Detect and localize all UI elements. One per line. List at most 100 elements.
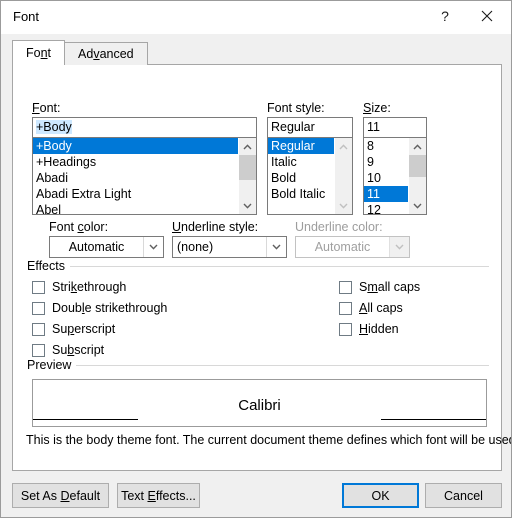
scrollbar-thumb[interactable] bbox=[409, 155, 426, 177]
checkbox-box[interactable] bbox=[339, 280, 352, 294]
font-color-combo[interactable]: Automatic bbox=[49, 236, 164, 258]
cancel-button[interactable]: Cancel bbox=[425, 483, 502, 508]
chevron-down-icon bbox=[243, 203, 252, 209]
checkbox-box[interactable] bbox=[32, 280, 45, 294]
list-item[interactable]: 8 bbox=[364, 138, 408, 154]
underline-style-combo[interactable]: (none) bbox=[172, 236, 287, 258]
list-item[interactable]: 10 bbox=[364, 170, 408, 186]
checkbox-double-strikethrough[interactable]: Double strikethrough bbox=[32, 301, 167, 315]
scroll-down-button[interactable] bbox=[239, 197, 256, 214]
list-item[interactable]: Abadi bbox=[33, 170, 238, 186]
checkbox-label: Strikethrough bbox=[52, 280, 127, 294]
list-item[interactable]: Bold Italic bbox=[268, 186, 334, 202]
font-color-value: Automatic bbox=[68, 240, 125, 254]
set-as-default-button[interactable]: Set As Default bbox=[12, 483, 109, 508]
checkbox-box[interactable] bbox=[32, 322, 45, 336]
ok-label: OK bbox=[371, 488, 390, 503]
list-item[interactable]: Regular bbox=[268, 138, 334, 154]
list-item[interactable]: 9 bbox=[364, 154, 408, 170]
font-style-label: Font style: bbox=[267, 101, 325, 115]
checkbox-box[interactable] bbox=[339, 301, 352, 315]
scroll-up-button[interactable] bbox=[409, 138, 426, 155]
font-list[interactable]: +Body +Headings Abadi Abadi Extra Light … bbox=[32, 137, 257, 215]
preview-rule-right bbox=[381, 419, 486, 420]
ok-button[interactable]: OK bbox=[342, 483, 419, 508]
size-list-scrollbar[interactable] bbox=[408, 138, 426, 214]
underline-style-value: (none) bbox=[177, 240, 214, 254]
font-list-items: +Body +Headings Abadi Abadi Extra Light … bbox=[33, 138, 238, 214]
dialog-title: Font bbox=[13, 9, 40, 24]
list-item[interactable]: Italic bbox=[268, 154, 334, 170]
font-input-value: +Body bbox=[36, 120, 72, 134]
checkbox-box[interactable] bbox=[32, 301, 45, 315]
underline-color-value: Automatic bbox=[314, 240, 371, 254]
tab-font[interactable]: Font bbox=[12, 40, 66, 65]
tab-font-label: Font bbox=[26, 46, 52, 60]
font-style-list-scrollbar[interactable] bbox=[334, 138, 352, 214]
set-as-default-label: Set As Default bbox=[20, 488, 101, 503]
checkbox-small-caps[interactable]: Small caps bbox=[339, 280, 420, 294]
chevron-down-icon bbox=[339, 203, 348, 209]
font-color-label: Font color: bbox=[49, 220, 109, 234]
scroll-up-button[interactable] bbox=[335, 138, 352, 155]
title-bar: Font ? bbox=[1, 1, 511, 34]
effects-legend: Effects bbox=[27, 259, 70, 273]
font-style-input[interactable]: Regular bbox=[267, 117, 353, 138]
checkbox-box[interactable] bbox=[339, 322, 352, 336]
preview-legend: Preview bbox=[27, 358, 77, 372]
font-input[interactable]: +Body bbox=[32, 117, 257, 138]
size-input[interactable]: 11 bbox=[363, 117, 427, 138]
list-item[interactable]: 11 bbox=[364, 186, 408, 202]
scroll-down-button[interactable] bbox=[335, 197, 352, 214]
font-style-list[interactable]: Regular Italic Bold Bold Italic bbox=[267, 137, 353, 215]
checkbox-label: Double strikethrough bbox=[52, 301, 168, 315]
list-item[interactable]: Abadi Extra Light bbox=[33, 186, 238, 202]
font-style-input-value: Regular bbox=[271, 120, 315, 134]
size-list-items: 8 9 10 11 12 bbox=[364, 138, 408, 214]
text-effects-button[interactable]: Text Effects... bbox=[117, 483, 200, 508]
close-button[interactable] bbox=[469, 1, 505, 31]
chevron-down-icon bbox=[272, 244, 281, 250]
checkbox-label: All caps bbox=[359, 301, 403, 315]
preview-rule-left bbox=[33, 419, 138, 420]
checkbox-box[interactable] bbox=[32, 343, 45, 357]
tab-advanced-label: Advanced bbox=[78, 47, 134, 61]
checkbox-label: Subscript bbox=[52, 343, 105, 357]
tab-strip: Font Advanced bbox=[12, 40, 148, 65]
tab-advanced[interactable]: Advanced bbox=[64, 42, 148, 65]
list-item[interactable]: Abel bbox=[33, 202, 238, 214]
text-effects-label: Text Effects... bbox=[121, 488, 196, 503]
font-style-list-items: Regular Italic Bold Bold Italic bbox=[268, 138, 334, 214]
scroll-up-button[interactable] bbox=[239, 138, 256, 155]
question-mark-icon: ? bbox=[441, 8, 449, 24]
checkbox-hidden[interactable]: Hidden bbox=[339, 322, 399, 336]
checkbox-strikethrough[interactable]: Strikethrough bbox=[32, 280, 126, 294]
list-item[interactable]: +Headings bbox=[33, 154, 238, 170]
size-input-value: 11 bbox=[367, 120, 380, 134]
size-label: Size: bbox=[363, 101, 391, 115]
scroll-down-button[interactable] bbox=[409, 197, 426, 214]
underline-style-label: Underline style: bbox=[172, 220, 259, 234]
chevron-down-icon bbox=[395, 244, 404, 250]
font-color-dropdown-button[interactable] bbox=[143, 237, 163, 257]
scrollbar-thumb[interactable] bbox=[239, 155, 256, 180]
checkbox-subscript[interactable]: Subscript bbox=[32, 343, 104, 357]
preview-group-line bbox=[27, 365, 489, 366]
checkbox-label: Superscript bbox=[52, 322, 116, 336]
chevron-up-icon bbox=[339, 143, 348, 149]
underline-style-dropdown-button[interactable] bbox=[266, 237, 286, 257]
list-item[interactable]: Bold bbox=[268, 170, 334, 186]
list-item[interactable]: 12 bbox=[364, 202, 408, 214]
close-icon bbox=[481, 10, 493, 22]
size-list[interactable]: 8 9 10 11 12 bbox=[363, 137, 427, 215]
font-label: Font: bbox=[32, 101, 61, 115]
font-list-scrollbar[interactable] bbox=[238, 138, 256, 214]
underline-color-dropdown-button bbox=[389, 237, 409, 257]
list-item[interactable]: +Body bbox=[33, 138, 238, 154]
chevron-up-icon bbox=[243, 143, 252, 149]
checkbox-superscript[interactable]: Superscript bbox=[32, 322, 115, 336]
help-button[interactable]: ? bbox=[427, 1, 463, 31]
font-tab-panel: Font: +Body +Body +Headings Abadi Abadi … bbox=[12, 64, 511, 471]
preview-box: Calibri bbox=[32, 379, 487, 427]
checkbox-all-caps[interactable]: All caps bbox=[339, 301, 403, 315]
